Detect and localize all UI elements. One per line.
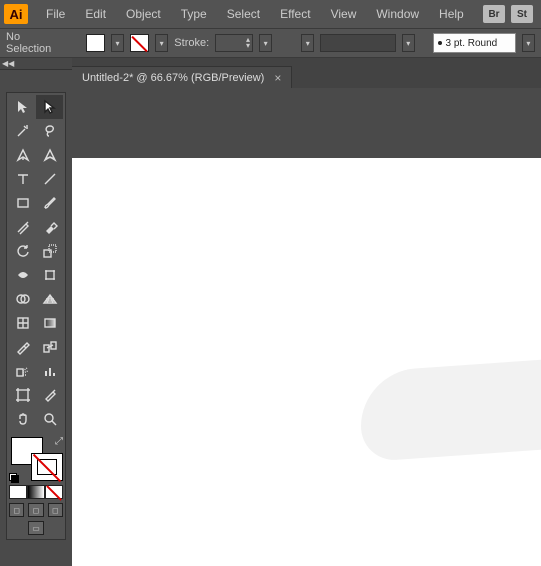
variable-width-dropdown[interactable]: ▾ xyxy=(522,34,535,52)
gradient-mode-button[interactable] xyxy=(27,485,45,499)
stock-button[interactable]: St xyxy=(511,5,533,23)
stroke-color-swatch[interactable] xyxy=(130,34,149,52)
menu-select[interactable]: Select xyxy=(217,0,270,28)
stroke-label: Stroke: xyxy=(174,37,209,49)
blend-tool[interactable] xyxy=(36,335,63,359)
artboard-tool[interactable] xyxy=(9,383,36,407)
menu-view[interactable]: View xyxy=(321,0,367,28)
none-mode-button[interactable] xyxy=(45,485,63,499)
control-bar: No Selection ▾ ▾ Stroke: ▴▾ ▾ ▾ ▾ 3 pt. … xyxy=(0,28,541,58)
document-tab-title: Untitled-2* @ 66.67% (RGB/Preview) xyxy=(82,72,264,84)
document-tab-bar: Untitled-2* @ 66.67% (RGB/Preview) × xyxy=(72,58,541,88)
menu-help[interactable]: Help xyxy=(429,0,474,28)
eraser-tool[interactable] xyxy=(36,215,63,239)
symbol-sprayer-tool[interactable] xyxy=(9,359,36,383)
direct-selection-tool[interactable] xyxy=(36,95,63,119)
type-tool[interactable] xyxy=(9,167,36,191)
default-fill-stroke-icon[interactable] xyxy=(9,473,19,483)
canvas-area[interactable] xyxy=(72,88,541,566)
menu-bar: Ai File Edit Object Type Select Effect V… xyxy=(0,0,541,28)
pen-tool[interactable] xyxy=(9,143,36,167)
panel-collapse-strip[interactable]: ◀◀ xyxy=(0,58,72,70)
perspective-grid-tool[interactable] xyxy=(36,287,63,311)
paintbrush-tool[interactable] xyxy=(36,191,63,215)
lasso-tool[interactable] xyxy=(36,119,63,143)
color-mode-button[interactable] xyxy=(9,485,27,499)
bridge-button[interactable]: Br xyxy=(483,5,505,23)
fill-dropdown[interactable]: ▾ xyxy=(111,34,124,52)
fill-stroke-control[interactable]: ⤢ xyxy=(9,435,65,483)
fill-color-swatch[interactable] xyxy=(86,34,105,52)
stroke-color-dropdown[interactable]: ▾ xyxy=(155,34,168,52)
hand-tool[interactable] xyxy=(9,407,36,431)
variable-width-label: 3 pt. Round xyxy=(446,38,498,49)
rectangle-tool[interactable] xyxy=(9,191,36,215)
gradient-tool[interactable] xyxy=(36,311,63,335)
menu-object[interactable]: Object xyxy=(116,0,171,28)
tools-panel: ⤢ ◻ ◻ ◻ ▭ xyxy=(6,92,66,540)
screen-mode-button[interactable]: ▭ xyxy=(28,521,44,535)
tab-close-button[interactable]: × xyxy=(274,71,281,85)
brush-dropdown[interactable]: ▾ xyxy=(402,34,415,52)
shape-builder-tool[interactable] xyxy=(9,287,36,311)
menu-file[interactable]: File xyxy=(36,0,75,28)
swap-fill-stroke-icon[interactable]: ⤢ xyxy=(53,435,65,447)
draw-normal-button[interactable]: ◻ xyxy=(9,503,24,517)
draw-behind-button[interactable]: ◻ xyxy=(28,503,43,517)
draw-inside-button[interactable]: ◻ xyxy=(48,503,63,517)
artboard[interactable] xyxy=(72,158,541,566)
curvature-tool[interactable] xyxy=(36,143,63,167)
mesh-tool[interactable] xyxy=(9,311,36,335)
column-graph-tool[interactable] xyxy=(36,359,63,383)
document-tab[interactable]: Untitled-2* @ 66.67% (RGB/Preview) × xyxy=(72,66,292,88)
magic-wand-tool[interactable] xyxy=(9,119,36,143)
menu-edit[interactable]: Edit xyxy=(75,0,116,28)
stroke-width-input[interactable]: ▴▾ xyxy=(215,34,253,52)
stroke-swatch[interactable] xyxy=(31,453,63,481)
menu-type[interactable]: Type xyxy=(171,0,217,28)
brush-definition[interactable] xyxy=(320,34,395,52)
free-transform-tool[interactable] xyxy=(36,263,63,287)
brush-definition-dropdown[interactable]: ▾ xyxy=(301,34,314,52)
stroke-width-dropdown[interactable]: ▾ xyxy=(259,34,272,52)
dot-icon xyxy=(438,41,442,45)
shaper-tool[interactable] xyxy=(9,215,36,239)
selection-tool[interactable] xyxy=(9,95,36,119)
variable-width-profile[interactable]: 3 pt. Round xyxy=(433,33,516,53)
app-logo[interactable]: Ai xyxy=(4,4,28,24)
line-segment-tool[interactable] xyxy=(36,167,63,191)
zoom-tool[interactable] xyxy=(36,407,63,431)
menu-window[interactable]: Window xyxy=(366,0,429,28)
selection-status: No Selection xyxy=(6,31,65,55)
scale-tool[interactable] xyxy=(36,239,63,263)
eyedropper-tool[interactable] xyxy=(9,335,36,359)
collapse-arrows-icon: ◀◀ xyxy=(0,59,14,68)
menu-effect[interactable]: Effect xyxy=(270,0,320,28)
artboard-shape xyxy=(361,360,541,463)
slice-tool[interactable] xyxy=(36,383,63,407)
width-tool[interactable] xyxy=(9,263,36,287)
rotate-tool[interactable] xyxy=(9,239,36,263)
